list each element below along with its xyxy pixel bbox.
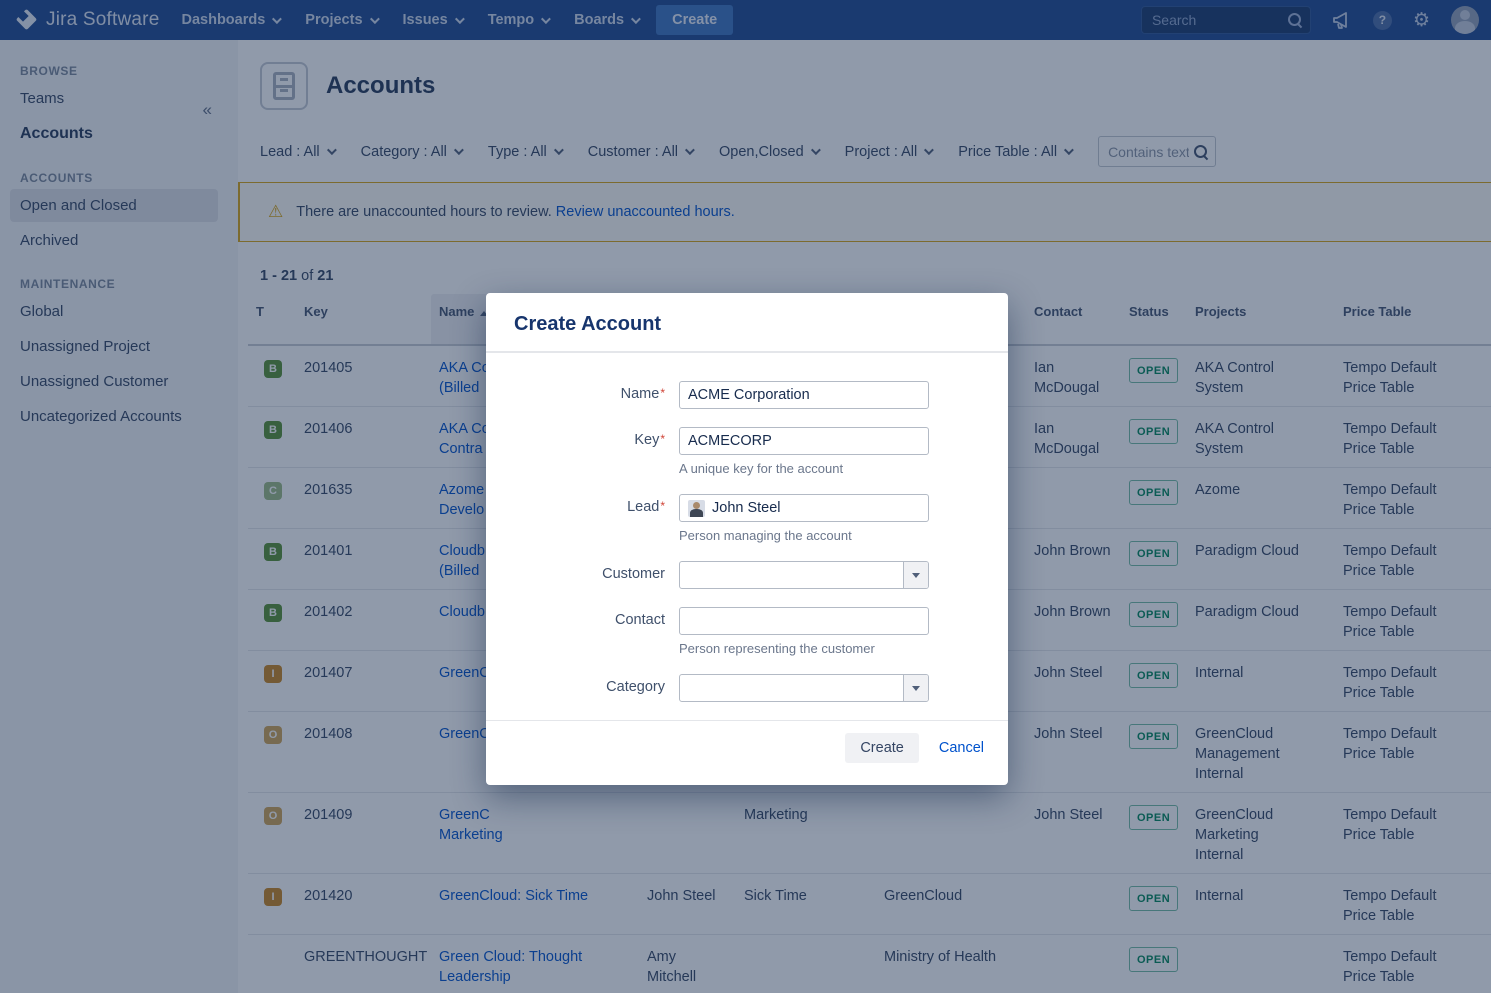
modal-create-button[interactable]: Create: [845, 733, 919, 763]
select-dropdown-button[interactable]: [903, 562, 928, 588]
field-row-contact: Contact: [514, 607, 980, 635]
field-row-lead: Lead* John Steel: [514, 494, 980, 522]
key-input[interactable]: [679, 427, 929, 455]
field-control: [679, 674, 929, 702]
field-helper-text: A unique key for the account: [679, 461, 980, 476]
modal-cancel-button[interactable]: Cancel: [939, 740, 984, 756]
field-row-customer: Customer: [514, 561, 980, 589]
required-asterisk: *: [660, 386, 665, 400]
field-label: Category: [514, 674, 665, 702]
field-helper-text: Person managing the account: [679, 528, 980, 543]
modal-title: Create Account: [514, 313, 661, 335]
required-asterisk: *: [660, 432, 665, 446]
required-asterisk: *: [660, 499, 665, 513]
customer-select[interactable]: [679, 561, 929, 589]
create-account-modal: Create Account Name* Key* A unique key for…: [486, 293, 1008, 785]
field-control: [679, 381, 929, 409]
field-control: John Steel: [679, 494, 929, 522]
field-label: Contact: [514, 607, 665, 635]
select-dropdown-button[interactable]: [903, 675, 928, 701]
category-select[interactable]: [679, 674, 929, 702]
field-control: [679, 607, 929, 635]
field-control: [679, 427, 929, 455]
chevron-down-icon: [912, 573, 920, 578]
chevron-down-icon: [912, 686, 920, 691]
field-label: Lead*: [514, 494, 665, 522]
field-label: Key*: [514, 427, 665, 455]
lead-picker[interactable]: John Steel: [679, 494, 929, 522]
field-row-category: Category: [514, 674, 980, 702]
lead-avatar: [688, 500, 705, 517]
contact-input[interactable]: [679, 607, 929, 635]
name-input[interactable]: [679, 381, 929, 409]
field-row-name: Name*: [514, 381, 980, 409]
field-label: Customer: [514, 561, 665, 589]
field-label: Name*: [514, 381, 665, 409]
field-row-key: Key*: [514, 427, 980, 455]
field-control: [679, 561, 929, 589]
field-helper-text: Person representing the customer: [679, 641, 980, 656]
lead-value: John Steel: [712, 500, 781, 516]
